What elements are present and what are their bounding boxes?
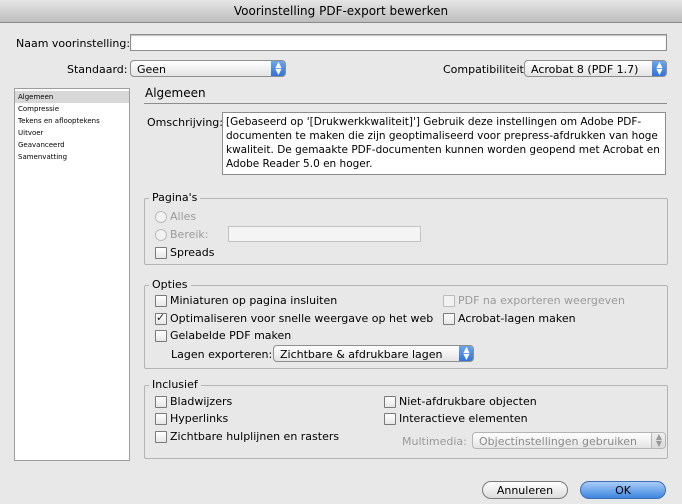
compatibility-select[interactable]: Acrobat 8 (PDF 1.7) ▲ ▼: [524, 60, 667, 77]
sidebar-item-tekens[interactable]: Tekens en aflooptekens: [15, 115, 129, 127]
optimize-web-checkbox[interactable]: [155, 311, 167, 325]
sidebar-item-geavanceerd[interactable]: Geavanceerd: [15, 139, 129, 151]
spreads-checkbox[interactable]: [155, 247, 167, 259]
acrobat-layers-checkbox[interactable]: [443, 313, 455, 325]
spreads-label: Spreads: [170, 246, 215, 259]
thumbnails-checkbox[interactable]: [155, 295, 167, 307]
sidebar-item-samenvatting[interactable]: Samenvatting: [15, 151, 129, 163]
interactive-elements-checkbox[interactable]: [384, 413, 396, 425]
select-arrows-icon: ▲ ▼: [459, 346, 473, 361]
all-pages-radio[interactable]: [155, 211, 167, 223]
section-divider: [144, 103, 667, 104]
compatibility-label: Compatibiliteit:: [443, 63, 528, 76]
guides-grids-checkbox[interactable]: [155, 431, 167, 443]
sidebar-item-compressie[interactable]: Compressie: [15, 103, 129, 115]
select-arrows-icon: ▲ ▼: [271, 61, 285, 76]
section-title: Algemeen: [145, 86, 206, 100]
interactive-elements-label: Interactieve elementen: [399, 412, 528, 425]
select-arrows-icon: ▲ ▼: [651, 433, 665, 448]
standard-select-value: Geen: [137, 63, 167, 76]
tagged-pdf-checkbox[interactable]: [155, 330, 167, 342]
standard-select[interactable]: Geen ▲ ▼: [130, 60, 286, 77]
compatibility-select-value: Acrobat 8 (PDF 1.7): [531, 63, 639, 76]
hyperlinks-label: Hyperlinks: [170, 412, 229, 425]
ok-button[interactable]: OK: [580, 481, 666, 499]
select-arrows-icon: ▲ ▼: [652, 61, 666, 76]
include-group-title: Inclusief: [149, 378, 201, 391]
pages-group-title: Pagina's: [149, 191, 201, 204]
bookmarks-checkbox[interactable]: [155, 396, 167, 408]
window-title-bar: Voorinstelling PDF-export bewerken: [0, 0, 682, 23]
standard-label: Standaard:: [67, 63, 128, 76]
multimedia-select[interactable]: Objectinstellingen gebruiken ▲ ▼: [472, 432, 666, 449]
cancel-button[interactable]: Annuleren: [482, 481, 568, 499]
export-layers-label: Lagen exporteren:: [171, 348, 273, 361]
multimedia-label: Multimedia:: [402, 435, 467, 448]
sidebar-item-algemeen[interactable]: Algemeen: [15, 91, 129, 103]
guides-grids-label: Zichtbare hulplijnen en rasters: [170, 430, 340, 443]
category-sidebar: Algemeen Compressie Tekens en afloopteke…: [14, 88, 130, 461]
nonprinting-objects-label: Niet-afdrukbare objecten: [399, 395, 537, 408]
thumbnails-label: Miniaturen op pagina insluiten: [170, 294, 338, 307]
acrobat-layers-label: Acrobat-lagen maken: [458, 312, 576, 325]
preset-name-input[interactable]: [130, 34, 667, 51]
range-label: Bereik:: [170, 228, 209, 241]
description-textarea[interactable]: [Gebaseerd op '[Drukwerkkwaliteit]'] Geb…: [222, 112, 666, 175]
export-layers-select[interactable]: Zichtbare & afdrukbare lagen ▲ ▼: [273, 345, 474, 362]
tagged-pdf-label: Gelabelde PDF maken: [170, 329, 292, 342]
hyperlinks-checkbox[interactable]: [155, 413, 167, 425]
sidebar-item-uitvoer[interactable]: Uitvoer: [15, 127, 129, 139]
range-input[interactable]: [228, 226, 421, 242]
export-layers-select-value: Zichtbare & afdrukbare lagen: [280, 348, 443, 361]
options-group-title: Opties: [149, 278, 191, 291]
description-label: Omschrijving:: [147, 116, 223, 129]
multimedia-select-value: Objectinstellingen gebruiken: [479, 435, 638, 448]
all-pages-label: Alles: [170, 210, 197, 223]
range-radio[interactable]: [155, 229, 167, 241]
optimize-web-label: Optimaliseren voor snelle weergave op he…: [170, 312, 434, 325]
nonprinting-objects-checkbox[interactable]: [384, 396, 396, 408]
view-after-export-checkbox[interactable]: [443, 295, 455, 307]
bookmarks-label: Bladwijzers: [170, 395, 233, 408]
window-title: Voorinstelling PDF-export bewerken: [233, 4, 449, 18]
view-after-export-label: PDF na exporteren weergeven: [458, 294, 625, 307]
preset-name-label: Naam voorinstelling:: [16, 37, 131, 50]
